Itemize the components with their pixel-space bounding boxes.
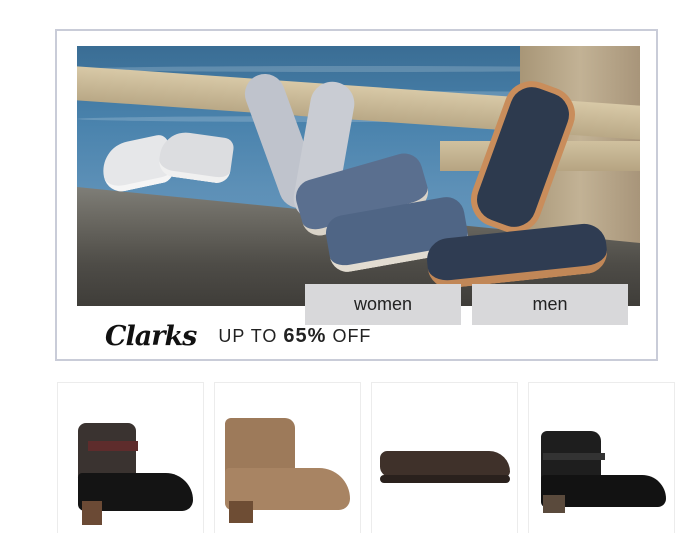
promo-text: UP TO 65% OFF — [218, 325, 371, 348]
navy-sandal-pair — [424, 73, 617, 291]
product-card-2[interactable] — [214, 382, 361, 533]
promo-prefix: UP TO — [218, 325, 284, 346]
promo-banner[interactable]: women men Clarks UP TO 65% OFF — [55, 29, 658, 361]
product-image — [380, 451, 510, 477]
hero-image[interactable] — [77, 46, 640, 306]
product-card-3[interactable] — [371, 382, 518, 533]
product-card-1[interactable] — [57, 382, 204, 533]
promo-percent: 65% — [283, 324, 327, 347]
brand-logo: Clarks — [105, 320, 197, 352]
shop-men-button[interactable]: men — [472, 284, 628, 325]
shop-women-button[interactable]: women — [305, 284, 461, 325]
promo-suffix: OFF — [326, 325, 372, 346]
product-card-4[interactable] — [528, 382, 675, 533]
promo-caption: Clarks UP TO 65% OFF — [105, 320, 371, 352]
white-sneaker-pair — [97, 120, 235, 195]
